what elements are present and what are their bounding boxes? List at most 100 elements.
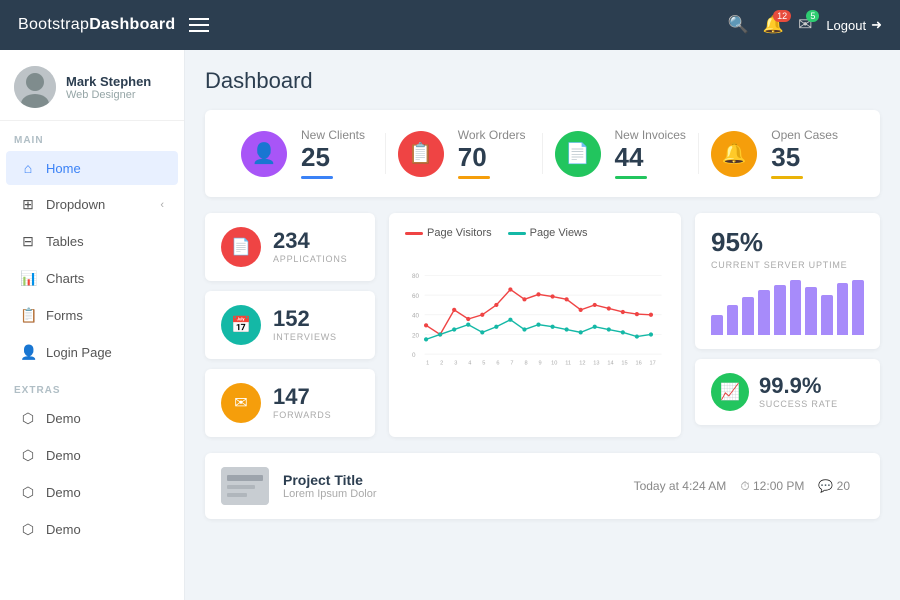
- sidebar-label-login: Login Page: [46, 345, 112, 360]
- notifications-button[interactable]: 🔔 12: [763, 15, 784, 35]
- bar-1: [711, 315, 723, 335]
- project-info: Project Title Lorem Ipsum Dolor: [283, 472, 620, 500]
- uptime-label: CURRENT SERVER UPTIME: [711, 260, 864, 270]
- bar-8: [821, 295, 833, 335]
- sidebar-item-dropdown[interactable]: ⊞ Dropdown ‹: [6, 187, 178, 222]
- svg-text:3: 3: [454, 361, 457, 367]
- svg-text:16: 16: [635, 361, 641, 367]
- bar-10: [852, 280, 864, 335]
- work-orders-value: 70: [458, 144, 526, 170]
- new-invoices-value: 44: [615, 144, 686, 170]
- user-profile: Mark Stephen Web Designer: [0, 50, 184, 121]
- uptime-bar-chart: [711, 280, 864, 335]
- sidebar-section-extras: EXTRAS: [0, 371, 184, 400]
- sidebar-item-login[interactable]: 👤 Login Page: [6, 335, 178, 370]
- project-title: Project Title: [283, 472, 620, 488]
- new-invoices-icon: 📄: [555, 131, 601, 177]
- line-chart-svg: 80 60 40 20 0 1 2 3 4 5: [405, 249, 665, 389]
- logout-button[interactable]: Logout ➜: [826, 17, 882, 33]
- applications-value: 234: [273, 230, 347, 252]
- work-orders-label: Work Orders: [458, 128, 526, 142]
- topnav-actions: 🔍 🔔 12 ✉ 5 Logout ➜: [728, 15, 882, 35]
- demo1-icon: ⬡: [20, 410, 36, 427]
- bar-7: [805, 287, 817, 335]
- sidebar-item-demo4[interactable]: ⬡ Demo: [6, 512, 178, 547]
- sidebar-item-forms[interactable]: 📋 Forms: [6, 298, 178, 333]
- forms-icon: 📋: [20, 307, 36, 324]
- svg-text:13: 13: [593, 361, 599, 367]
- svg-text:8: 8: [524, 361, 527, 367]
- sidebar-item-charts[interactable]: 📊 Charts: [6, 261, 178, 296]
- project-meta: Today at 4:24 AM ⏱ 12:00 PM 💬 20: [634, 479, 864, 494]
- search-button[interactable]: 🔍: [728, 15, 749, 35]
- right-panel: 95% CURRENT SERVER UPTIME: [695, 213, 880, 437]
- line-chart-card: Page Visitors Page Views 80 60 40 20 0: [389, 213, 681, 437]
- sidebar-label-tables: Tables: [46, 234, 84, 249]
- project-row: Project Title Lorem Ipsum Dolor Today at…: [205, 453, 880, 519]
- stat-card-new-invoices: 📄 New Invoices 44: [543, 128, 700, 179]
- new-clients-value: 25: [301, 144, 365, 170]
- open-cases-label: Open Cases: [771, 128, 838, 142]
- new-clients-underline: [301, 176, 333, 179]
- forwards-value: 147: [273, 386, 331, 408]
- hamburger-button[interactable]: [189, 18, 209, 32]
- bar-6: [790, 280, 802, 335]
- svg-text:40: 40: [412, 313, 420, 320]
- svg-text:10: 10: [551, 361, 557, 367]
- new-invoices-underline: [615, 176, 647, 179]
- svg-text:9: 9: [539, 361, 542, 367]
- work-orders-info: Work Orders 70: [458, 128, 526, 179]
- messages-button[interactable]: ✉ 5: [798, 15, 812, 35]
- charts-icon: 📊: [20, 270, 36, 287]
- svg-text:80: 80: [412, 273, 420, 280]
- svg-text:60: 60: [412, 293, 420, 300]
- brand: BootstrapDashboard: [18, 16, 175, 34]
- svg-text:1: 1: [426, 361, 429, 367]
- sidebar: Mark Stephen Web Designer MAIN ⌂ Home ⊞ …: [0, 50, 185, 600]
- middle-row: 📄 234 APPLICATIONS 📅 152 INTERVIEWS ✉: [205, 213, 880, 437]
- profile-role: Web Designer: [66, 89, 151, 101]
- stat-card-open-cases: 🔔 Open Cases 35: [699, 128, 856, 179]
- messages-badge: 5: [806, 10, 819, 22]
- svg-text:17: 17: [650, 361, 656, 367]
- sidebar-item-home[interactable]: ⌂ Home: [6, 151, 178, 185]
- sidebar-item-tables[interactable]: ⊟ Tables: [6, 224, 178, 259]
- visitors-dot: [405, 232, 423, 235]
- sidebar-label-demo3: Demo: [46, 485, 81, 500]
- project-thumbnail: [221, 467, 269, 505]
- sidebar-label-home: Home: [46, 161, 81, 176]
- topnav: BootstrapDashboard 🔍 🔔 12 ✉ 5 Logout ➜: [0, 0, 900, 50]
- open-cases-value: 35: [771, 144, 838, 170]
- views-legend: Page Views: [508, 227, 588, 239]
- mini-card-interviews: 📅 152 INTERVIEWS: [205, 291, 375, 359]
- sidebar-label-demo1: Demo: [46, 411, 81, 426]
- uptime-percent: 95%: [711, 227, 864, 258]
- work-orders-icon: 📋: [398, 131, 444, 177]
- uptime-card: 95% CURRENT SERVER UPTIME: [695, 213, 880, 349]
- open-cases-info: Open Cases 35: [771, 128, 838, 179]
- svg-text:4: 4: [468, 361, 471, 367]
- applications-icon: 📄: [221, 227, 261, 267]
- logout-icon: ➜: [871, 17, 882, 33]
- project-time: ⏱ 12:00 PM: [740, 479, 804, 494]
- svg-text:11: 11: [565, 361, 571, 367]
- success-data: 99.9% SUCCESS RATE: [759, 375, 838, 409]
- dropdown-icon: ⊞: [20, 196, 36, 213]
- page-title: Dashboard: [205, 68, 880, 94]
- interviews-data: 152 INTERVIEWS: [273, 308, 337, 342]
- notification-badge: 12: [773, 10, 791, 22]
- profile-name: Mark Stephen: [66, 74, 151, 89]
- sidebar-item-demo3[interactable]: ⬡ Demo: [6, 475, 178, 510]
- sidebar-item-demo2[interactable]: ⬡ Demo: [6, 438, 178, 473]
- visitors-legend: Page Visitors: [405, 227, 492, 239]
- interviews-label: INTERVIEWS: [273, 332, 337, 342]
- sidebar-item-demo1[interactable]: ⬡ Demo: [6, 401, 178, 436]
- demo2-icon: ⬡: [20, 447, 36, 464]
- new-invoices-label: New Invoices: [615, 128, 686, 142]
- svg-text:6: 6: [496, 361, 499, 367]
- new-clients-icon: 👤: [241, 131, 287, 177]
- chart-legend: Page Visitors Page Views: [405, 227, 665, 239]
- open-cases-underline: [771, 176, 803, 179]
- forwards-label: FORWARDS: [273, 410, 331, 420]
- bar-9: [837, 283, 849, 335]
